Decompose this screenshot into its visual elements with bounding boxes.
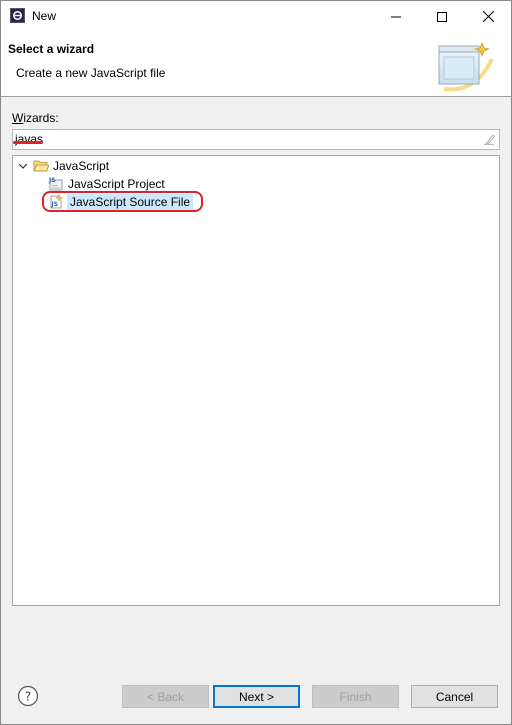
tree-item-javascript-folder[interactable]: JavaScript bbox=[17, 157, 109, 175]
help-icon[interactable]: ? bbox=[17, 685, 39, 707]
new-wizard-dialog: New Select a wizard Create a new JavaScr… bbox=[0, 0, 512, 725]
window-title: New bbox=[32, 9, 57, 23]
js-project-icon: JS bbox=[48, 177, 63, 191]
page-description: Create a new JavaScript file bbox=[16, 66, 166, 80]
clear-filter-icon[interactable] bbox=[483, 133, 495, 145]
wizard-header: Select a wizard Create a new JavaScript … bbox=[1, 32, 511, 97]
svg-text:JS: JS bbox=[48, 177, 56, 184]
title-bar: New bbox=[1, 1, 511, 32]
chevron-down-icon[interactable] bbox=[17, 160, 29, 172]
back-button[interactable]: < Back bbox=[122, 685, 209, 708]
eclipse-app-icon bbox=[10, 8, 25, 23]
wizards-label-text: izards: bbox=[23, 111, 59, 125]
tree-item-label: JavaScript bbox=[53, 159, 110, 173]
minimize-icon bbox=[391, 16, 401, 17]
wizard-filter-field[interactable] bbox=[12, 129, 500, 150]
wizard-filter-input[interactable] bbox=[15, 131, 465, 147]
svg-text:?: ? bbox=[25, 690, 31, 704]
tree-item-label: JavaScript Project bbox=[68, 177, 165, 191]
folder-open-icon bbox=[33, 160, 49, 172]
maximize-icon bbox=[437, 11, 447, 22]
finish-button[interactable]: Finish bbox=[312, 685, 399, 708]
wizard-tree[interactable]: JavaScript JS JavaScript Project JS Java… bbox=[12, 155, 500, 606]
annotation-highlight-ring bbox=[42, 191, 203, 212]
wizards-label-mnemonic: W bbox=[12, 111, 24, 125]
wizards-label: Wizards: bbox=[12, 111, 59, 125]
close-icon bbox=[482, 11, 494, 22]
next-button[interactable]: Next > bbox=[213, 685, 300, 708]
wizard-banner-icon bbox=[438, 42, 494, 92]
page-title: Select a wizard bbox=[8, 42, 95, 56]
close-button[interactable] bbox=[465, 1, 511, 32]
minimize-button[interactable] bbox=[373, 1, 419, 32]
cancel-button[interactable]: Cancel bbox=[411, 685, 498, 708]
annotation-underline bbox=[13, 141, 43, 144]
maximize-button[interactable] bbox=[419, 1, 465, 32]
